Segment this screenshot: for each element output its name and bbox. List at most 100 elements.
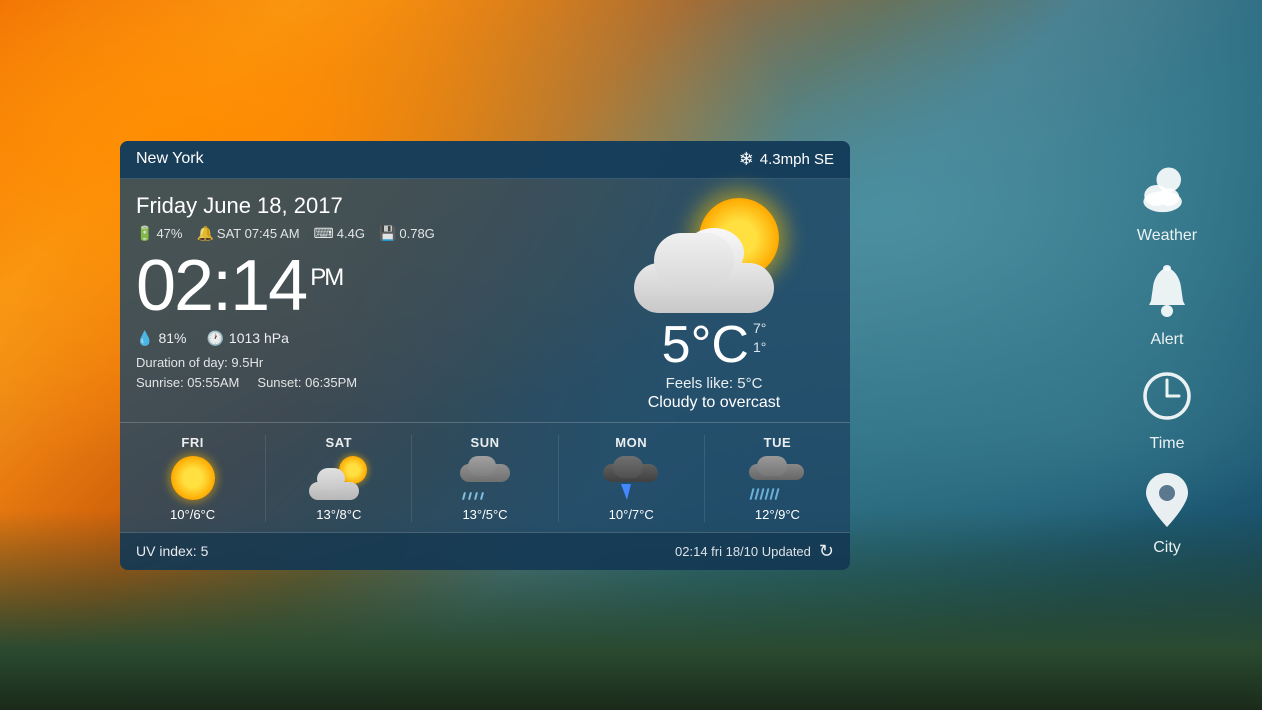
sidebar-item-city[interactable]: City: [1132, 465, 1202, 557]
main-content: New York ❄ 4.3mph SE Friday June 18, 201…: [0, 0, 1262, 710]
main-temp: 5°C: [662, 319, 749, 371]
widget-header: New York ❄ 4.3mph SE: [120, 141, 850, 179]
main-weather-icon: [634, 193, 794, 313]
forecast-day-sat: SAT 13°/8°C: [266, 435, 412, 522]
time-icon-svg: [1141, 370, 1193, 422]
sunrise-text: Sunrise: 05:55AM: [136, 375, 239, 390]
humidity-icon: 💧: [136, 330, 153, 347]
dark-cloud-sun: [460, 456, 510, 484]
forecast-day-fri: FRI 10°/6°C: [120, 435, 266, 522]
sidebar-icons: Weather Alert T: [1132, 153, 1202, 557]
widget-main: Friday June 18, 2017 🔋 47% 🔔 SAT 07:45 A…: [120, 179, 850, 422]
heavy-rain-icon: [747, 456, 807, 500]
city-icon-container: [1132, 465, 1202, 535]
temp-low: 1°: [753, 339, 766, 355]
forecast-icon-tue: [747, 456, 807, 501]
status-bar: 🔋 47% 🔔 SAT 07:45 AM ⌨ 4.4G 💾 0.78G: [136, 225, 584, 242]
pressure-icon: 🕐: [206, 330, 223, 347]
weather-widget: New York ❄ 4.3mph SE Friday June 18, 201…: [120, 141, 850, 570]
day-info: Duration of day: 9.5Hr Sunrise: 05:55AM …: [136, 353, 584, 395]
pressure-value: 1013 hPa: [229, 330, 289, 346]
humidity-item: 💧 81%: [136, 330, 186, 347]
thunder-cloud-shape: [603, 456, 658, 484]
battery-status: 🔋 47%: [136, 225, 182, 242]
cloud-icon: [634, 238, 774, 313]
storage1-status: ⌨ 4.4G: [314, 225, 365, 242]
storage1-icon: ⌨: [314, 225, 334, 242]
date-line: Friday June 18, 2017: [136, 193, 584, 219]
sidebar-item-alert[interactable]: Alert: [1132, 257, 1202, 349]
rain-drop: [480, 491, 484, 499]
uv-index: UV index: 5: [136, 543, 208, 559]
wind-icon: ❄: [739, 149, 754, 170]
forecast-icon-mon: [601, 456, 661, 501]
clock-time: 02:14: [136, 246, 306, 326]
partly-cloudy-icon: [309, 456, 369, 500]
time-label: Time: [1150, 435, 1185, 453]
temperature-row: 5°C 7° 1°: [662, 319, 767, 371]
forecast-temp-sun: 13°/5°C: [462, 507, 507, 522]
forecast-icon-sun: [455, 456, 515, 501]
refresh-icon[interactable]: ↻: [819, 541, 834, 562]
left-info: Friday June 18, 2017 🔋 47% 🔔 SAT 07:45 A…: [136, 193, 584, 412]
widget-forecast: FRI 10°/6°C SAT 13°/8°C SUN: [120, 422, 850, 532]
update-info: 02:14 fri 18/10 Updated ↻: [675, 541, 834, 562]
forecast-day-name-tue: TUE: [764, 435, 792, 450]
heavy-rain-drops: [751, 488, 778, 500]
weather-icon-container: [1132, 153, 1202, 223]
weather-label: Weather: [1137, 227, 1197, 245]
time-display: 02:14PM: [136, 250, 584, 322]
feels-like: Feels like: 5°C: [666, 375, 763, 392]
weather-icon-svg: [1132, 161, 1202, 216]
forecast-day-mon: MON 10°/7°C: [559, 435, 705, 522]
rain-drops-sun: [463, 492, 483, 500]
forecast-day-name-sat: SAT: [326, 435, 353, 450]
sun-times: Sunrise: 05:55AM Sunset: 06:35PM: [136, 373, 584, 394]
heavy-cloud-shape: [749, 456, 804, 482]
city-name: New York: [136, 150, 204, 168]
heavy-drop: [775, 487, 780, 499]
storage2-icon: 💾: [379, 225, 396, 242]
mini-cloud-sat: [309, 472, 359, 500]
sidebar-item-time[interactable]: Time: [1132, 361, 1202, 453]
pressure-item: 🕐 1013 hPa: [206, 330, 288, 347]
wind-info: ❄ 4.3mph SE: [739, 149, 834, 170]
rainy-icon: [455, 456, 515, 500]
sidebar-item-weather[interactable]: Weather: [1132, 153, 1202, 245]
forecast-temp-mon: 10°/7°C: [609, 507, 654, 522]
humidity-pressure: 💧 81% 🕐 1013 hPa: [136, 330, 584, 347]
alert-icon-svg: [1141, 263, 1193, 321]
forecast-day-sun: SUN 13°/5°C: [412, 435, 558, 522]
alarm-status: 🔔 SAT 07:45 AM: [196, 225, 299, 242]
forecast-day-name-sun: SUN: [471, 435, 500, 450]
forecast-icon-sat: [309, 456, 369, 501]
humidity-value: 81%: [158, 330, 186, 346]
sunset-text: Sunset: 06:35PM: [257, 375, 357, 390]
wind-speed: 4.3mph SE: [760, 151, 834, 168]
forecast-temp-fri: 10°/6°C: [170, 507, 215, 522]
sunny-icon: [171, 456, 215, 500]
widget-footer: UV index: 5 02:14 fri 18/10 Updated ↻: [120, 532, 850, 570]
weather-condition: Cloudy to overcast: [648, 394, 781, 412]
alert-icon-container: [1132, 257, 1202, 327]
city-icon-svg: [1144, 471, 1190, 529]
forecast-day-name-fri: FRI: [181, 435, 203, 450]
city-label: City: [1153, 539, 1181, 557]
alert-label: Alert: [1151, 331, 1184, 349]
temp-range: 7° 1°: [753, 319, 766, 358]
rain-drop: [474, 491, 478, 499]
thunder-icon: [601, 456, 661, 500]
time-ampm: PM: [310, 264, 342, 291]
rain-drop: [468, 491, 472, 499]
cloud-puff: [684, 228, 744, 278]
forecast-icon-fri: [163, 456, 223, 501]
duration-text: Duration of day: 9.5Hr: [136, 353, 584, 374]
lightning-bolt: [621, 484, 631, 500]
rain-drop: [462, 491, 466, 499]
time-icon-container: [1132, 361, 1202, 431]
battery-icon: 🔋: [136, 225, 153, 242]
forecast-temp-tue: 12°/9°C: [755, 507, 800, 522]
last-updated: 02:14 fri 18/10 Updated: [675, 544, 811, 559]
forecast-day-tue: TUE 12°/9°C: [705, 435, 850, 522]
right-info: 5°C 7° 1° Feels like: 5°C Cloudy to over…: [594, 193, 834, 412]
